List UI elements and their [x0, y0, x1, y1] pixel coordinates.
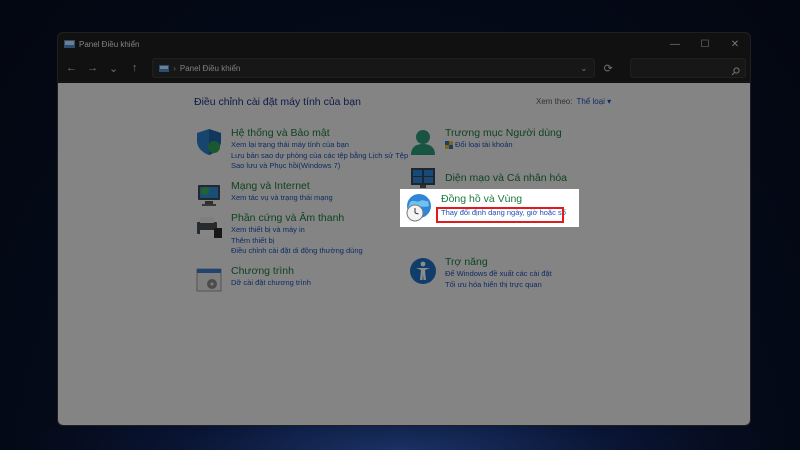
clock-globe-icon[interactable]	[404, 193, 434, 223]
category-title-clock-region[interactable]: Đồng hồ và Vùng	[441, 193, 566, 206]
highlight-annotation-box	[436, 207, 564, 223]
